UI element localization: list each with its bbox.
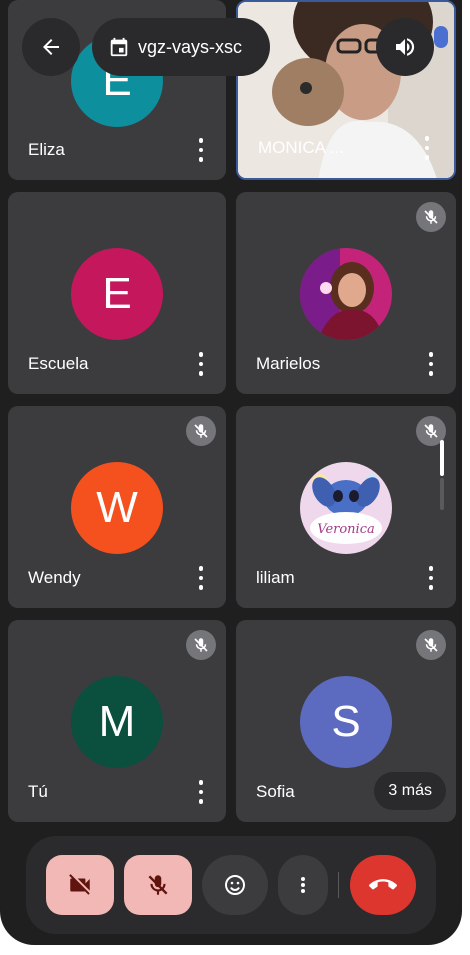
more-options-icon[interactable]	[198, 352, 204, 376]
hang-up-icon	[369, 879, 397, 890]
more-vert-icon	[301, 877, 305, 893]
avatar-photo	[300, 248, 392, 340]
meet-call-screen: E Eliza MONICA ... E Escuela Marielos W …	[0, 0, 462, 945]
participant-tile-sofia[interactable]: S Sofia 3 más	[236, 620, 456, 822]
participant-name: Tú	[28, 782, 48, 801]
participant-name: Marielos	[256, 354, 321, 373]
mic-muted-icon	[186, 416, 216, 446]
mic-muted-icon	[416, 630, 446, 660]
video-off-icon	[69, 874, 90, 895]
participant-name: Sofia	[256, 782, 295, 801]
participant-name: Wendy	[28, 568, 81, 587]
participant-tile-marielos[interactable]: Marielos	[236, 192, 456, 394]
participant-name: Escuela	[28, 354, 89, 373]
meeting-code: vgz-vays-xsc	[138, 36, 243, 57]
more-options-icon[interactable]	[428, 566, 434, 590]
scrollbar-thumb[interactable]	[440, 440, 444, 476]
avatar: W	[71, 462, 163, 554]
participant-tile-wendy[interactable]: W Wendy	[8, 406, 226, 608]
participant-name: MONICA ...	[258, 138, 344, 157]
mic-muted-icon	[186, 630, 216, 660]
emoji-icon	[225, 875, 245, 895]
participant-name: Eliza	[28, 140, 65, 159]
leave-call-button[interactable]	[350, 855, 416, 915]
mic-off-button[interactable]	[124, 855, 192, 915]
meeting-code-chip[interactable]: vgz-vays-xsc	[92, 18, 270, 76]
reactions-button[interactable]	[202, 855, 268, 915]
avatar: M	[71, 676, 163, 768]
avatar-photo: Veronica	[300, 462, 392, 554]
mic-muted-icon	[416, 202, 446, 232]
avatar: E	[71, 248, 163, 340]
arrow-back-icon	[43, 39, 59, 55]
more-options-button[interactable]	[278, 855, 328, 915]
scrollbar-track	[440, 478, 444, 510]
volume-up-icon	[396, 38, 415, 56]
mic-active-indicator	[434, 26, 448, 48]
participant-tile-escuela[interactable]: E Escuela	[8, 192, 226, 394]
mic-off-icon	[148, 875, 168, 895]
more-options-icon[interactable]	[198, 780, 204, 804]
more-participants-chip[interactable]: 3 más	[374, 772, 446, 810]
camera-off-button[interactable]	[46, 855, 114, 915]
back-button[interactable]	[22, 18, 80, 76]
more-options-icon[interactable]	[428, 352, 434, 376]
controls-divider	[338, 872, 339, 898]
speaker-button[interactable]	[376, 18, 434, 76]
more-options-icon[interactable]	[198, 566, 204, 590]
participant-tile-liliam[interactable]: Veronica liliam	[236, 406, 456, 608]
calendar-icon	[110, 37, 128, 57]
participant-name: liliam	[256, 568, 295, 587]
avatar: S	[300, 676, 392, 768]
photo-caption: Veronica	[317, 522, 375, 537]
more-options-icon[interactable]	[198, 138, 204, 162]
more-options-icon[interactable]	[424, 136, 430, 160]
participant-tile-self[interactable]: M Tú	[8, 620, 226, 822]
